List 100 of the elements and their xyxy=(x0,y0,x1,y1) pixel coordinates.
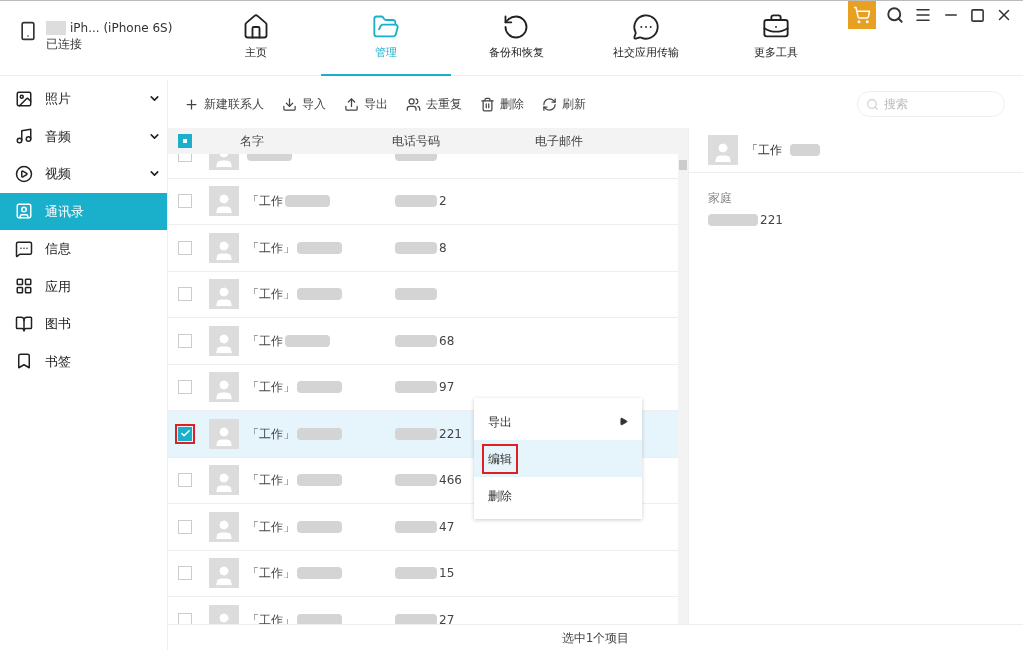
checkbox[interactable] xyxy=(178,333,192,348)
column-header[interactable]: 电话号码 xyxy=(392,132,535,150)
blurred-text xyxy=(395,195,437,208)
grid-icon xyxy=(15,277,33,296)
blurred-text xyxy=(708,214,758,226)
play-icon xyxy=(15,164,33,183)
connection-status: 已连接 xyxy=(46,36,83,53)
bookmark-icon xyxy=(15,352,33,371)
nav-tab[interactable]: 更多工具 xyxy=(711,1,841,76)
phone-number: 221 xyxy=(439,425,462,443)
contact-card-icon xyxy=(15,202,33,221)
contact-name: 「工作」 xyxy=(247,565,295,583)
avatar-placeholder xyxy=(209,465,239,496)
contact-name: 「工作 xyxy=(247,193,283,211)
people-icon xyxy=(406,96,421,112)
checkbox[interactable] xyxy=(178,612,192,624)
toolbar-button[interactable]: 去重复 xyxy=(406,95,462,113)
checkbox[interactable] xyxy=(178,380,192,395)
sidebar-item[interactable]: 书签 xyxy=(0,342,167,380)
avatar-placeholder xyxy=(708,135,738,165)
menu-item[interactable]: 编辑 xyxy=(474,440,642,477)
avatar-placeholder xyxy=(209,418,239,449)
blurred-text xyxy=(297,427,342,440)
contact-name: 「工作」 xyxy=(247,425,295,443)
contact-name: 「工作」 xyxy=(247,379,295,397)
checkbox[interactable] xyxy=(178,519,192,534)
phone-number: 221 xyxy=(760,212,783,229)
checkbox[interactable] xyxy=(178,566,192,581)
blurred-text xyxy=(297,567,342,580)
avatar-placeholder xyxy=(209,186,239,217)
phone-number: 47 xyxy=(439,518,455,536)
book-icon xyxy=(15,314,33,333)
blurred-text xyxy=(395,381,437,394)
avatar-placeholder xyxy=(209,325,239,356)
nav-tab[interactable]: 主页 xyxy=(191,1,321,76)
checkbox[interactable] xyxy=(178,287,192,302)
nav-tab[interactable]: 备份和恢复 xyxy=(451,1,581,76)
blurred-text xyxy=(46,21,66,35)
phone-number: 15 xyxy=(439,565,455,583)
sidebar-item[interactable]: 视频 xyxy=(0,155,167,193)
blurred-text xyxy=(395,567,437,580)
blurred-text xyxy=(395,520,437,533)
store-button[interactable] xyxy=(848,1,876,29)
avatar-placeholder xyxy=(209,372,239,403)
column-header[interactable]: 名字 xyxy=(240,132,392,150)
menu-icon[interactable] xyxy=(914,6,932,24)
contact-name: 「工作」 xyxy=(247,518,295,536)
avatar-placeholder xyxy=(209,279,239,310)
sidebar-item[interactable]: 照片 xyxy=(0,80,167,118)
toolbar-button[interactable]: 导出 xyxy=(344,95,388,113)
toolbar-button[interactable]: 删除 xyxy=(480,95,524,113)
trash-icon xyxy=(480,96,495,112)
blurred-text xyxy=(297,241,342,254)
blurred-text xyxy=(395,241,437,254)
blurred-text xyxy=(285,195,330,208)
scrollbar[interactable] xyxy=(678,154,688,624)
phone-icon xyxy=(18,21,38,41)
blurred-text xyxy=(297,381,342,394)
checkbox[interactable] xyxy=(178,240,192,255)
chat-bubble-icon xyxy=(15,239,33,258)
music-note-icon xyxy=(15,127,33,146)
blurred-text xyxy=(790,144,820,156)
status-text: 选中1个项目 xyxy=(561,629,630,647)
avatar-placeholder xyxy=(209,558,239,589)
toolbar-button[interactable]: 新建联系人 xyxy=(184,95,264,113)
blurred-text xyxy=(297,288,342,301)
checkbox[interactable] xyxy=(178,426,192,441)
contact-name: 「工作」 xyxy=(247,286,295,304)
search-field[interactable]: 搜索 xyxy=(857,91,1005,117)
sidebar-item[interactable]: 信息 xyxy=(0,230,167,268)
contact-name: 「工作」 xyxy=(247,239,295,257)
blurred-text xyxy=(395,613,437,624)
sidebar-item[interactable]: 应用 xyxy=(0,267,167,305)
avatar-placeholder xyxy=(209,511,239,542)
search-icon[interactable] xyxy=(886,6,904,24)
restore-icon xyxy=(502,13,530,41)
contact-name: 「工作 xyxy=(247,332,283,350)
phone-number: 466 xyxy=(439,472,462,490)
blurred-text xyxy=(285,334,330,347)
blurred-text xyxy=(395,334,437,347)
device-name: iPh... (iPhone 6S) xyxy=(70,20,173,37)
house-icon xyxy=(242,13,270,41)
field-label: 家庭 xyxy=(708,190,733,207)
chat-bubble-icon xyxy=(632,13,660,41)
column-header[interactable]: 电子邮件 xyxy=(535,132,583,150)
checkbox[interactable] xyxy=(178,473,192,488)
plus-icon xyxy=(184,96,199,112)
phone-number: 97 xyxy=(439,379,455,397)
contact-name: 「工作 xyxy=(746,142,782,159)
sidebar-item[interactable]: 音频 xyxy=(0,117,167,155)
checkbox[interactable] xyxy=(178,194,192,209)
sidebar-item[interactable]: 图书 xyxy=(0,305,167,343)
blurred-text xyxy=(395,288,437,301)
nav-tab[interactable]: 社交应用传输 xyxy=(581,1,711,76)
toolbar-button[interactable]: 导入 xyxy=(282,95,326,113)
blurred-text xyxy=(297,613,342,624)
select-all-checkbox[interactable] xyxy=(178,134,192,148)
toolbar-button[interactable]: 刷新 xyxy=(542,95,586,113)
blurred-text xyxy=(395,474,437,487)
maximize-icon[interactable] xyxy=(970,7,985,23)
